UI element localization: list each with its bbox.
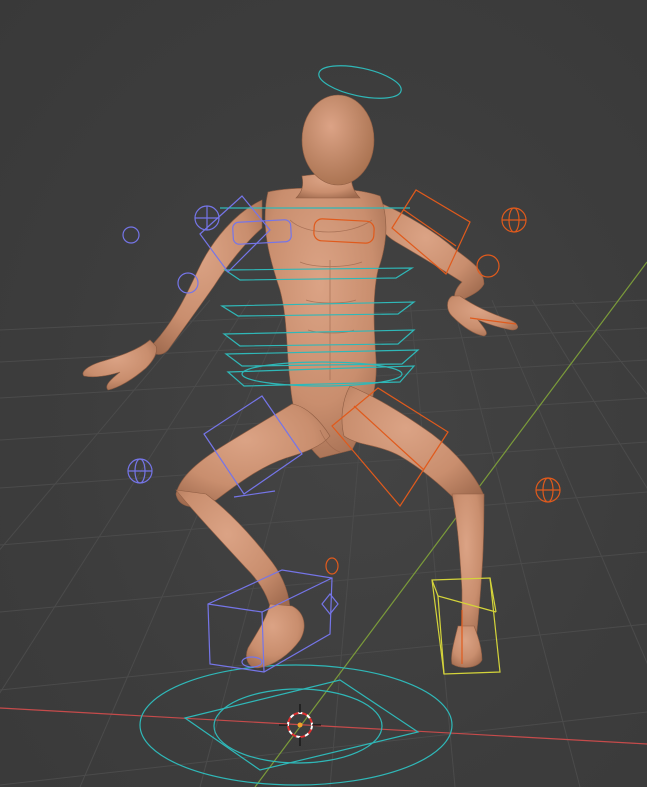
3d-viewport[interactable] <box>0 0 647 787</box>
left-foot[interactable] <box>246 603 305 669</box>
left-hand[interactable] <box>82 339 157 391</box>
right-thigh[interactable] <box>341 385 485 508</box>
right-shin[interactable] <box>451 493 485 641</box>
right-hand[interactable] <box>447 295 519 337</box>
mannequin[interactable] <box>82 94 519 669</box>
left-upper-arm[interactable] <box>147 199 263 355</box>
left-thigh[interactable] <box>175 403 331 507</box>
3d-cursor-icon[interactable] <box>279 704 321 746</box>
x-axis-line <box>0 707 647 745</box>
viewport-canvas[interactable] <box>0 0 647 787</box>
right-upper-arm[interactable] <box>377 201 485 305</box>
left-eye-target-controller[interactable] <box>122 226 140 244</box>
head[interactable] <box>301 94 375 186</box>
right-foot[interactable] <box>451 625 483 668</box>
left-shin[interactable] <box>175 489 291 617</box>
